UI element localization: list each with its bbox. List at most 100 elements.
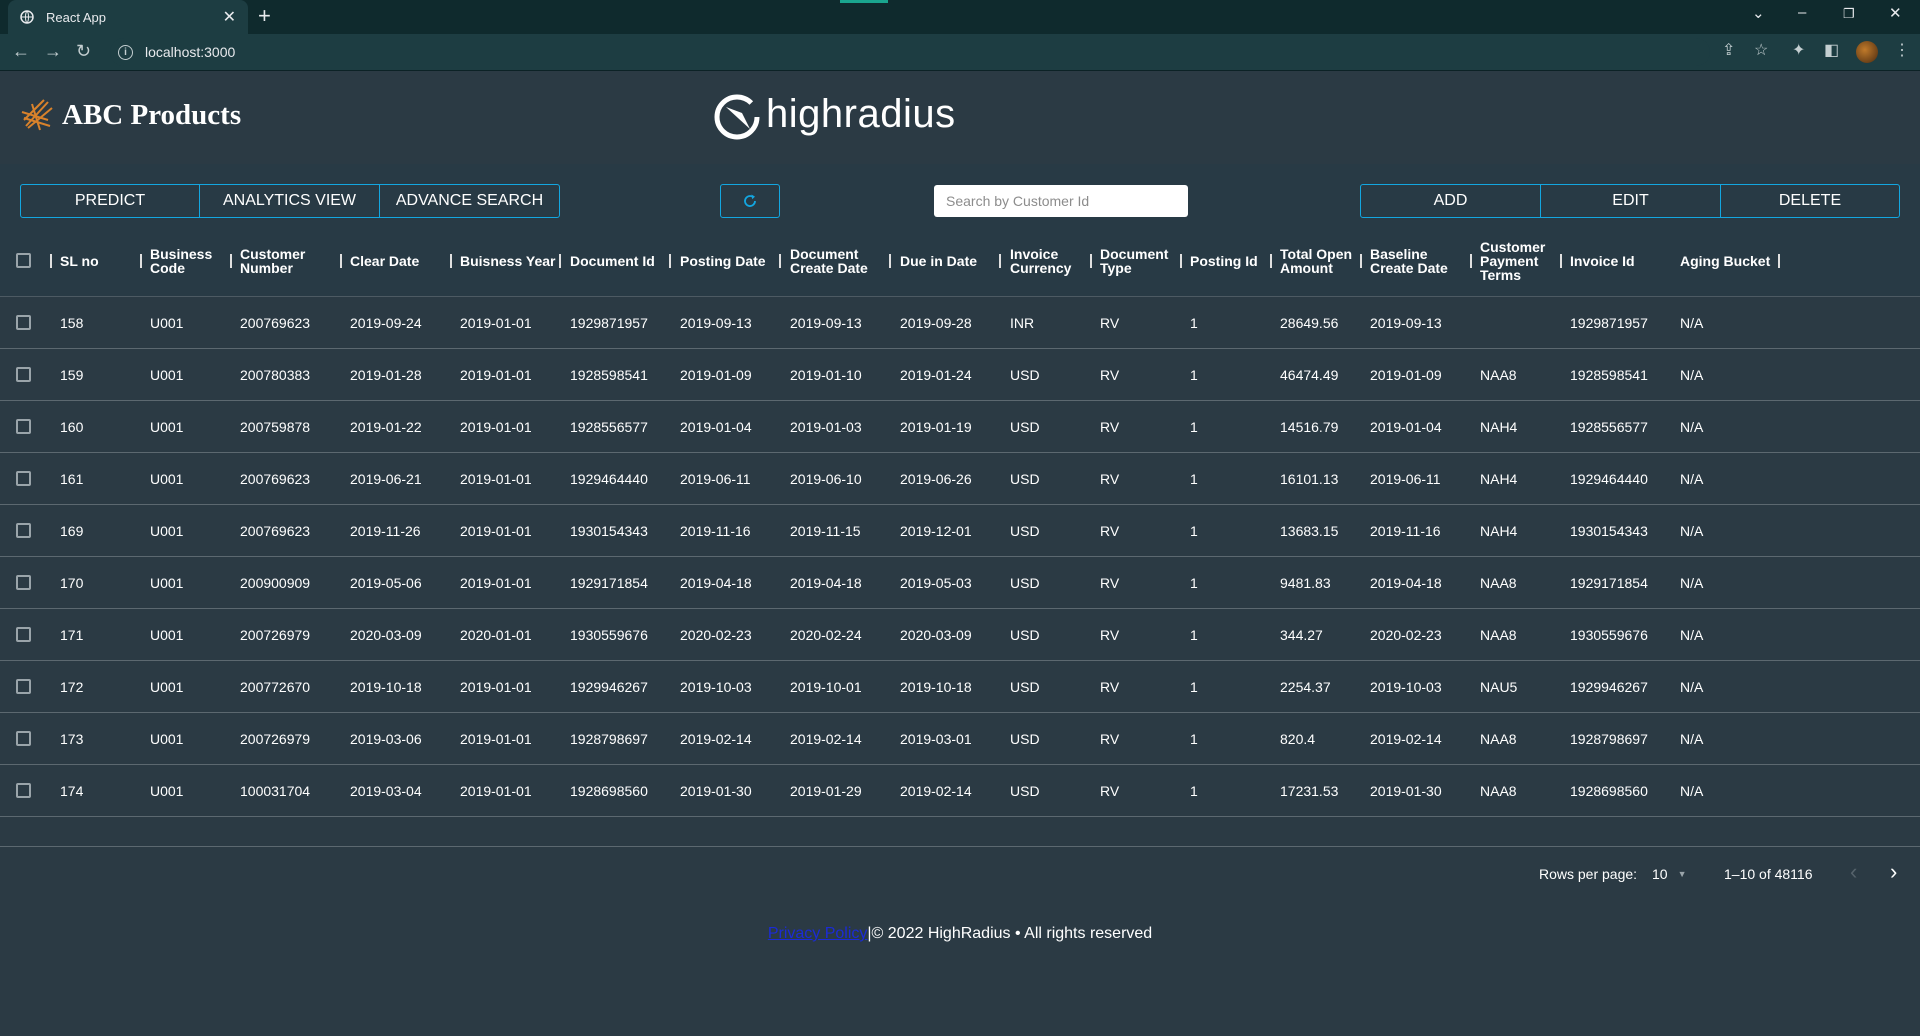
- reload-icon[interactable]: ↻: [76, 40, 91, 62]
- column-separator[interactable]: [1778, 254, 1780, 268]
- row-checkbox[interactable]: [16, 731, 31, 746]
- privacy-policy-link[interactable]: Privacy Policy: [768, 925, 868, 942]
- column-header[interactable]: Document Create Date: [790, 226, 868, 296]
- column-separator[interactable]: [669, 254, 671, 268]
- column-separator[interactable]: [1470, 254, 1472, 268]
- column-separator[interactable]: [999, 254, 1001, 268]
- column-header[interactable]: Posting Date: [680, 226, 766, 296]
- table-row[interactable]: 170 U001 200900909 2019-05-06 2019-01-01 1929…: [0, 557, 1920, 609]
- browser-tab[interactable]: React App ✕: [8, 0, 248, 34]
- row-checkbox[interactable]: [16, 419, 31, 434]
- sidepanel-icon[interactable]: ◧: [1824, 42, 1839, 60]
- new-tab-icon[interactable]: +: [258, 5, 271, 27]
- table-row[interactable]: 159 U001 200780383 2019-01-28 2019-01-01 1928…: [0, 349, 1920, 401]
- share-icon[interactable]: ⇪: [1722, 42, 1735, 60]
- star-icon[interactable]: ☆: [1754, 42, 1768, 60]
- restore-icon[interactable]: ❐: [1843, 6, 1855, 22]
- table-cell: 158: [60, 314, 84, 331]
- table-cell: 1: [1190, 730, 1198, 747]
- table-row[interactable]: 161 U001 200769623 2019-06-21 2019-01-01 1929…: [0, 453, 1920, 505]
- menu-icon[interactable]: ⋮: [1894, 42, 1910, 60]
- column-header[interactable]: Total Open Amount: [1280, 226, 1352, 296]
- column-header-line: Document Id: [570, 253, 655, 269]
- minimize-icon[interactable]: –: [1798, 4, 1806, 21]
- column-header[interactable]: SL no: [60, 226, 99, 296]
- table-row[interactable]: 173 U001 200726979 2019-03-06 2019-01-01 1928…: [0, 713, 1920, 765]
- table-cell: 1929871957: [570, 314, 648, 331]
- table-row[interactable]: 172 U001 200772670 2019-10-18 2019-01-01 1929…: [0, 661, 1920, 713]
- row-checkbox[interactable]: [16, 315, 31, 330]
- column-header[interactable]: Customer Payment Terms: [1480, 226, 1545, 296]
- column-separator[interactable]: [889, 254, 891, 268]
- search-input[interactable]: [934, 185, 1188, 217]
- table-row[interactable]: 174 U001 100031704 2019-03-04 2019-01-01 1928…: [0, 765, 1920, 817]
- column-header[interactable]: Posting Id: [1190, 226, 1258, 296]
- advance-search-button[interactable]: ADVANCE SEARCH: [379, 184, 560, 218]
- table-cell: 2019-03-04: [350, 782, 422, 799]
- close-window-icon[interactable]: ✕: [1889, 4, 1902, 22]
- column-header-label: Aging Bucket: [1680, 254, 1770, 268]
- row-checkbox[interactable]: [16, 679, 31, 694]
- column-header[interactable]: Invoice Currency: [1010, 226, 1071, 296]
- column-separator[interactable]: [340, 254, 342, 268]
- info-icon[interactable]: i: [118, 44, 133, 60]
- rows-per-page-select[interactable]: 10 ▼: [1652, 862, 1687, 886]
- analytics-view-button[interactable]: ANALYTICS VIEW: [199, 184, 380, 218]
- back-icon[interactable]: ←: [12, 40, 30, 62]
- column-header[interactable]: Invoice Id: [1570, 226, 1635, 296]
- column-header[interactable]: Aging Bucket: [1680, 226, 1770, 296]
- row-checkbox[interactable]: [16, 783, 31, 798]
- column-separator[interactable]: [140, 254, 142, 268]
- table-row[interactable]: 160 U001 200759878 2019-01-22 2019-01-01 1928…: [0, 401, 1920, 453]
- column-header-line: Amount: [1280, 260, 1333, 276]
- select-all-checkbox[interactable]: [16, 253, 31, 268]
- column-separator[interactable]: [1360, 254, 1362, 268]
- table-cell: NAA8: [1480, 366, 1517, 383]
- refresh-button[interactable]: [720, 184, 780, 218]
- column-separator[interactable]: [450, 254, 452, 268]
- add-button[interactable]: ADD: [1360, 184, 1541, 218]
- table-row[interactable]: 171 U001 200726979 2020-03-09 2020-01-01 1930…: [0, 609, 1920, 661]
- column-separator[interactable]: [230, 254, 232, 268]
- delete-button[interactable]: DELETE: [1720, 184, 1900, 218]
- data-table: SL no Business Code Customer Number Clear Dat…: [0, 226, 1920, 817]
- table-row[interactable]: 158 U001 200769623 2019-09-24 2019-01-01 1929…: [0, 297, 1920, 349]
- column-header[interactable]: Due in Date: [900, 226, 977, 296]
- column-header-label: Document Create Date: [790, 247, 868, 275]
- column-separator[interactable]: [1090, 254, 1092, 268]
- profile-avatar[interactable]: [1856, 41, 1878, 63]
- row-checkbox[interactable]: [16, 523, 31, 538]
- close-tab-icon[interactable]: ✕: [223, 7, 236, 27]
- column-separator[interactable]: [1270, 254, 1272, 268]
- column-header[interactable]: Document Type: [1100, 226, 1168, 296]
- predict-button[interactable]: PREDICT: [20, 184, 200, 218]
- tab-title: React App: [46, 9, 106, 25]
- row-checkbox[interactable]: [16, 367, 31, 382]
- column-separator[interactable]: [50, 254, 52, 268]
- forward-icon[interactable]: →: [44, 40, 62, 62]
- extensions-icon[interactable]: ✦: [1792, 42, 1805, 60]
- column-separator[interactable]: [1560, 254, 1562, 268]
- column-header[interactable]: Clear Date: [350, 226, 419, 296]
- column-separator[interactable]: [779, 254, 781, 268]
- table-cell: N/A: [1680, 678, 1704, 695]
- column-header[interactable]: Document Id: [570, 226, 655, 296]
- omnibox[interactable]: i localhost:3000: [110, 38, 1710, 66]
- table-cell: 2019-02-14: [1370, 730, 1442, 747]
- edit-button[interactable]: EDIT: [1540, 184, 1721, 218]
- column-header[interactable]: Buisness Year: [460, 226, 555, 296]
- column-header[interactable]: Baseline Create Date: [1370, 226, 1448, 296]
- table-cell: 2019-01-01: [460, 574, 532, 591]
- row-checkbox[interactable]: [16, 575, 31, 590]
- table-cell: 160: [60, 418, 84, 435]
- next-page-icon[interactable]: ›: [1890, 858, 1897, 886]
- chevron-down-icon[interactable]: ⌄: [1752, 4, 1765, 22]
- column-header[interactable]: Business Code: [150, 226, 212, 296]
- table-row[interactable]: 169 U001 200769623 2019-11-26 2019-01-01 1930…: [0, 505, 1920, 557]
- column-header[interactable]: Customer Number: [240, 226, 305, 296]
- column-separator[interactable]: [559, 254, 561, 268]
- previous-page-icon[interactable]: ‹: [1850, 858, 1857, 886]
- row-checkbox[interactable]: [16, 471, 31, 486]
- column-separator[interactable]: [1180, 254, 1182, 268]
- row-checkbox[interactable]: [16, 627, 31, 642]
